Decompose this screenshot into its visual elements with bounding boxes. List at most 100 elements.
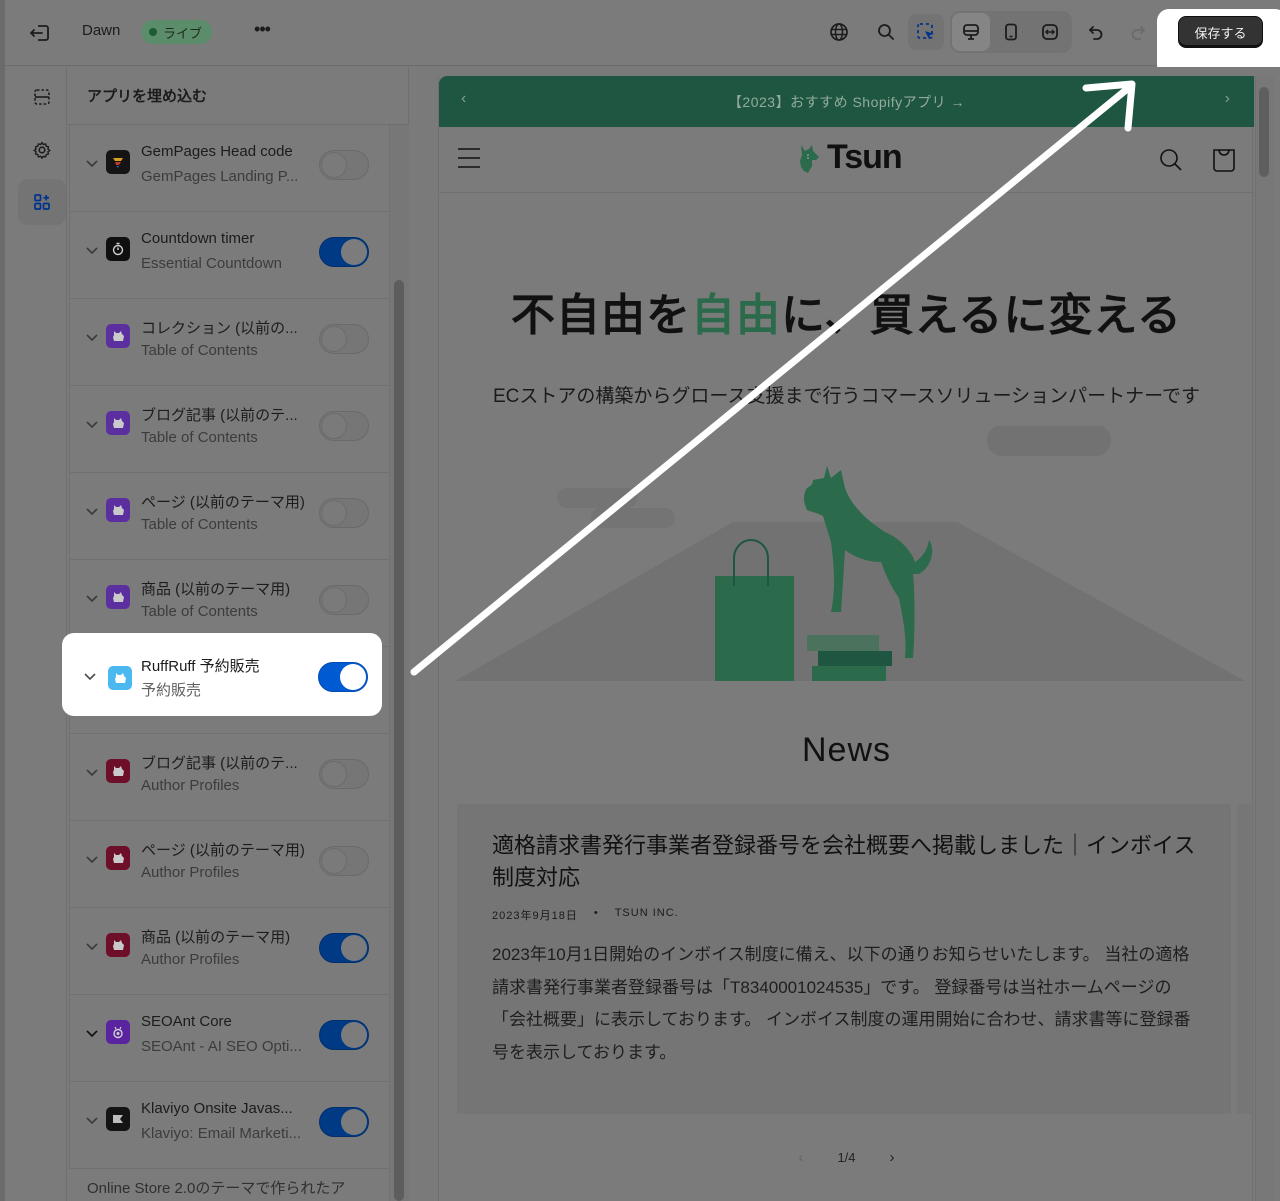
app-embed-source: Klaviyo: Email Marketi...	[141, 1125, 302, 1142]
app-embed-toggle[interactable]	[318, 662, 368, 692]
app-embed-row[interactable]: SEOAnt Core SEOAnt - AI SEO Opti...	[69, 995, 389, 1082]
chevron-down-icon[interactable]	[84, 242, 100, 258]
app-embed-toggle[interactable]	[319, 759, 369, 789]
preview-scrollbar-thumb[interactable]	[1259, 87, 1269, 177]
app-embed-name: GemPages Head code	[141, 143, 293, 160]
rail-sections[interactable]	[18, 74, 66, 120]
panel-scrollbar-thumb[interactable]	[394, 280, 404, 1201]
article-meta: 2023年9月18日 • TSUN INC.	[492, 907, 679, 923]
dog-logo-icon	[800, 144, 819, 173]
app-embed-toggle[interactable]	[319, 585, 369, 615]
rail-app-embeds[interactable]	[18, 179, 66, 225]
undo-button[interactable]	[1078, 14, 1114, 50]
app-embed-toggle[interactable]	[319, 498, 369, 528]
pagination-prev-button[interactable]: ‹	[798, 1149, 803, 1166]
app-embed-row[interactable]: ブログ記事 (以前のテ... Author Profiles	[69, 734, 389, 821]
app-embed-toggle[interactable]	[319, 237, 369, 267]
language-button[interactable]	[821, 14, 857, 50]
mobile-view-button[interactable]	[993, 14, 1029, 50]
theme-name: Dawn	[82, 22, 121, 39]
app-embed-name: Klaviyo Onsite Javas...	[141, 1100, 293, 1117]
logo-text: Tsun	[827, 138, 903, 176]
app-embed-source: Author Profiles	[141, 951, 240, 968]
rail-theme-settings[interactable]	[18, 127, 66, 173]
app-embed-name: 商品 (以前のテーマ用)	[141, 581, 291, 598]
app-embed-toggle[interactable]	[319, 150, 369, 180]
preview-scrollbar-track[interactable]	[1255, 76, 1275, 1201]
chevron-down-icon[interactable]	[84, 851, 100, 867]
save-button[interactable]: 保存する	[1178, 16, 1263, 48]
app-embed-ruffruff-highlighted[interactable]: RuffRuff 予約販売 予約販売	[62, 633, 382, 716]
inspector-button[interactable]	[908, 14, 944, 50]
announcement-next-button[interactable]: ›	[1225, 90, 1230, 108]
book	[818, 651, 892, 666]
app-embed-row[interactable]: Countdown timer Essential Countdown	[69, 212, 389, 299]
news-heading: News	[801, 731, 892, 769]
dog-purple-icon	[106, 585, 130, 609]
pagination-next-button[interactable]: ›	[890, 1149, 895, 1166]
app-embed-row[interactable]: ブログ記事 (以前のテ... Table of Contents	[69, 386, 389, 473]
store-logo[interactable]: Tsun	[791, 138, 903, 177]
app-embed-toggle[interactable]	[319, 1020, 369, 1050]
hero-subtitle: ECストアの構築からグロース支援まで行うコマースソリューションパートナーです	[493, 386, 1200, 407]
app-embed-row[interactable]: GemPages Head code GemPages Landing P...	[69, 125, 389, 212]
store-header: Tsun	[439, 127, 1254, 193]
search-icon[interactable]	[1157, 146, 1185, 174]
app-embed-name: コレクション (以前の...	[141, 320, 298, 337]
app-embed-row[interactable]: コレクション (以前の... Table of Contents	[69, 299, 389, 386]
chevron-down-icon[interactable]	[84, 503, 100, 519]
pagination-count: 1/4	[837, 1150, 856, 1165]
article-title[interactable]: 適格請求書発行事業者登録番号を会社概要へ掲載しました｜インボイス制度対応	[492, 830, 1202, 894]
app-embed-toggle[interactable]	[319, 324, 369, 354]
redo-button[interactable]	[1120, 14, 1156, 50]
app-embed-toggle[interactable]	[319, 1107, 369, 1137]
app-embed-toggle[interactable]	[319, 846, 369, 876]
app-embed-row[interactable]: ページ (以前のテーマ用) Table of Contents	[69, 473, 389, 560]
dog-blue-icon	[108, 666, 132, 690]
app-embeds-icon	[34, 194, 50, 210]
klaviyo-icon	[106, 1107, 130, 1131]
app-embed-source: Author Profiles	[141, 864, 240, 881]
globe-icon	[830, 23, 848, 41]
hamburger-menu-icon[interactable]	[457, 147, 481, 169]
chevron-down-icon[interactable]	[84, 590, 100, 606]
cart-icon[interactable]	[1210, 144, 1238, 174]
exit-button[interactable]	[24, 18, 54, 48]
app-embed-source: Table of Contents	[141, 603, 258, 620]
announcement-bar: ‹ 【2023】おすすめ Shopifyアプリ → ›	[439, 76, 1254, 127]
toggle-knob	[341, 239, 367, 265]
app-embed-row[interactable]: ページ (以前のテーマ用) Author Profiles	[69, 821, 389, 908]
next-article-card-edge[interactable]	[1237, 804, 1254, 1114]
chevron-down-icon[interactable]	[84, 155, 100, 171]
app-embed-row[interactable]: Klaviyo Onsite Javas... Klaviyo: Email Ma…	[69, 1082, 389, 1169]
app-embed-toggle[interactable]	[319, 933, 369, 963]
search-button[interactable]	[868, 14, 904, 50]
app-embed-toggle[interactable]	[319, 411, 369, 441]
chevron-down-icon[interactable]	[84, 1025, 100, 1041]
undo-icon	[1089, 26, 1103, 40]
chevron-down-icon[interactable]	[82, 668, 98, 684]
app-embed-name: ブログ記事 (以前のテ...	[141, 755, 298, 772]
app-embed-name: 商品 (以前のテーマ用)	[141, 929, 291, 946]
app-embed-source: Essential Countdown	[141, 255, 282, 272]
article-excerpt: 2023年10月1日開始のインボイス制度に備え、以下の通りお知らせいたします。 …	[492, 945, 1191, 1062]
app-embed-row[interactable]: 商品 (以前のテーマ用) Author Profiles	[69, 908, 389, 995]
article-date: 2023年9月18日	[492, 910, 578, 922]
desktop-view-button[interactable]	[952, 13, 990, 51]
more-actions-button[interactable]: •••	[248, 18, 276, 46]
chevron-down-icon[interactable]	[84, 938, 100, 954]
app-embed-name: Countdown timer	[141, 230, 255, 247]
fullwidth-view-button[interactable]	[1032, 14, 1068, 50]
book	[812, 666, 886, 681]
app-embed-name: ページ (以前のテーマ用)	[141, 842, 305, 859]
chevron-down-icon[interactable]	[84, 329, 100, 345]
meta-separator: •	[593, 907, 599, 919]
chevron-down-icon[interactable]	[84, 416, 100, 432]
announcement-text[interactable]: 【2023】おすすめ Shopifyアプリ →	[439, 92, 1254, 112]
seoant-icon	[106, 1020, 130, 1044]
gear-icon	[33, 141, 51, 159]
news-article-card[interactable]: 適格請求書発行事業者登録番号を会社概要へ掲載しました｜インボイス制度対応 202…	[457, 804, 1231, 1114]
chevron-down-icon[interactable]	[84, 1112, 100, 1128]
hero-title-accent: 自由	[690, 291, 781, 340]
chevron-down-icon[interactable]	[84, 764, 100, 780]
